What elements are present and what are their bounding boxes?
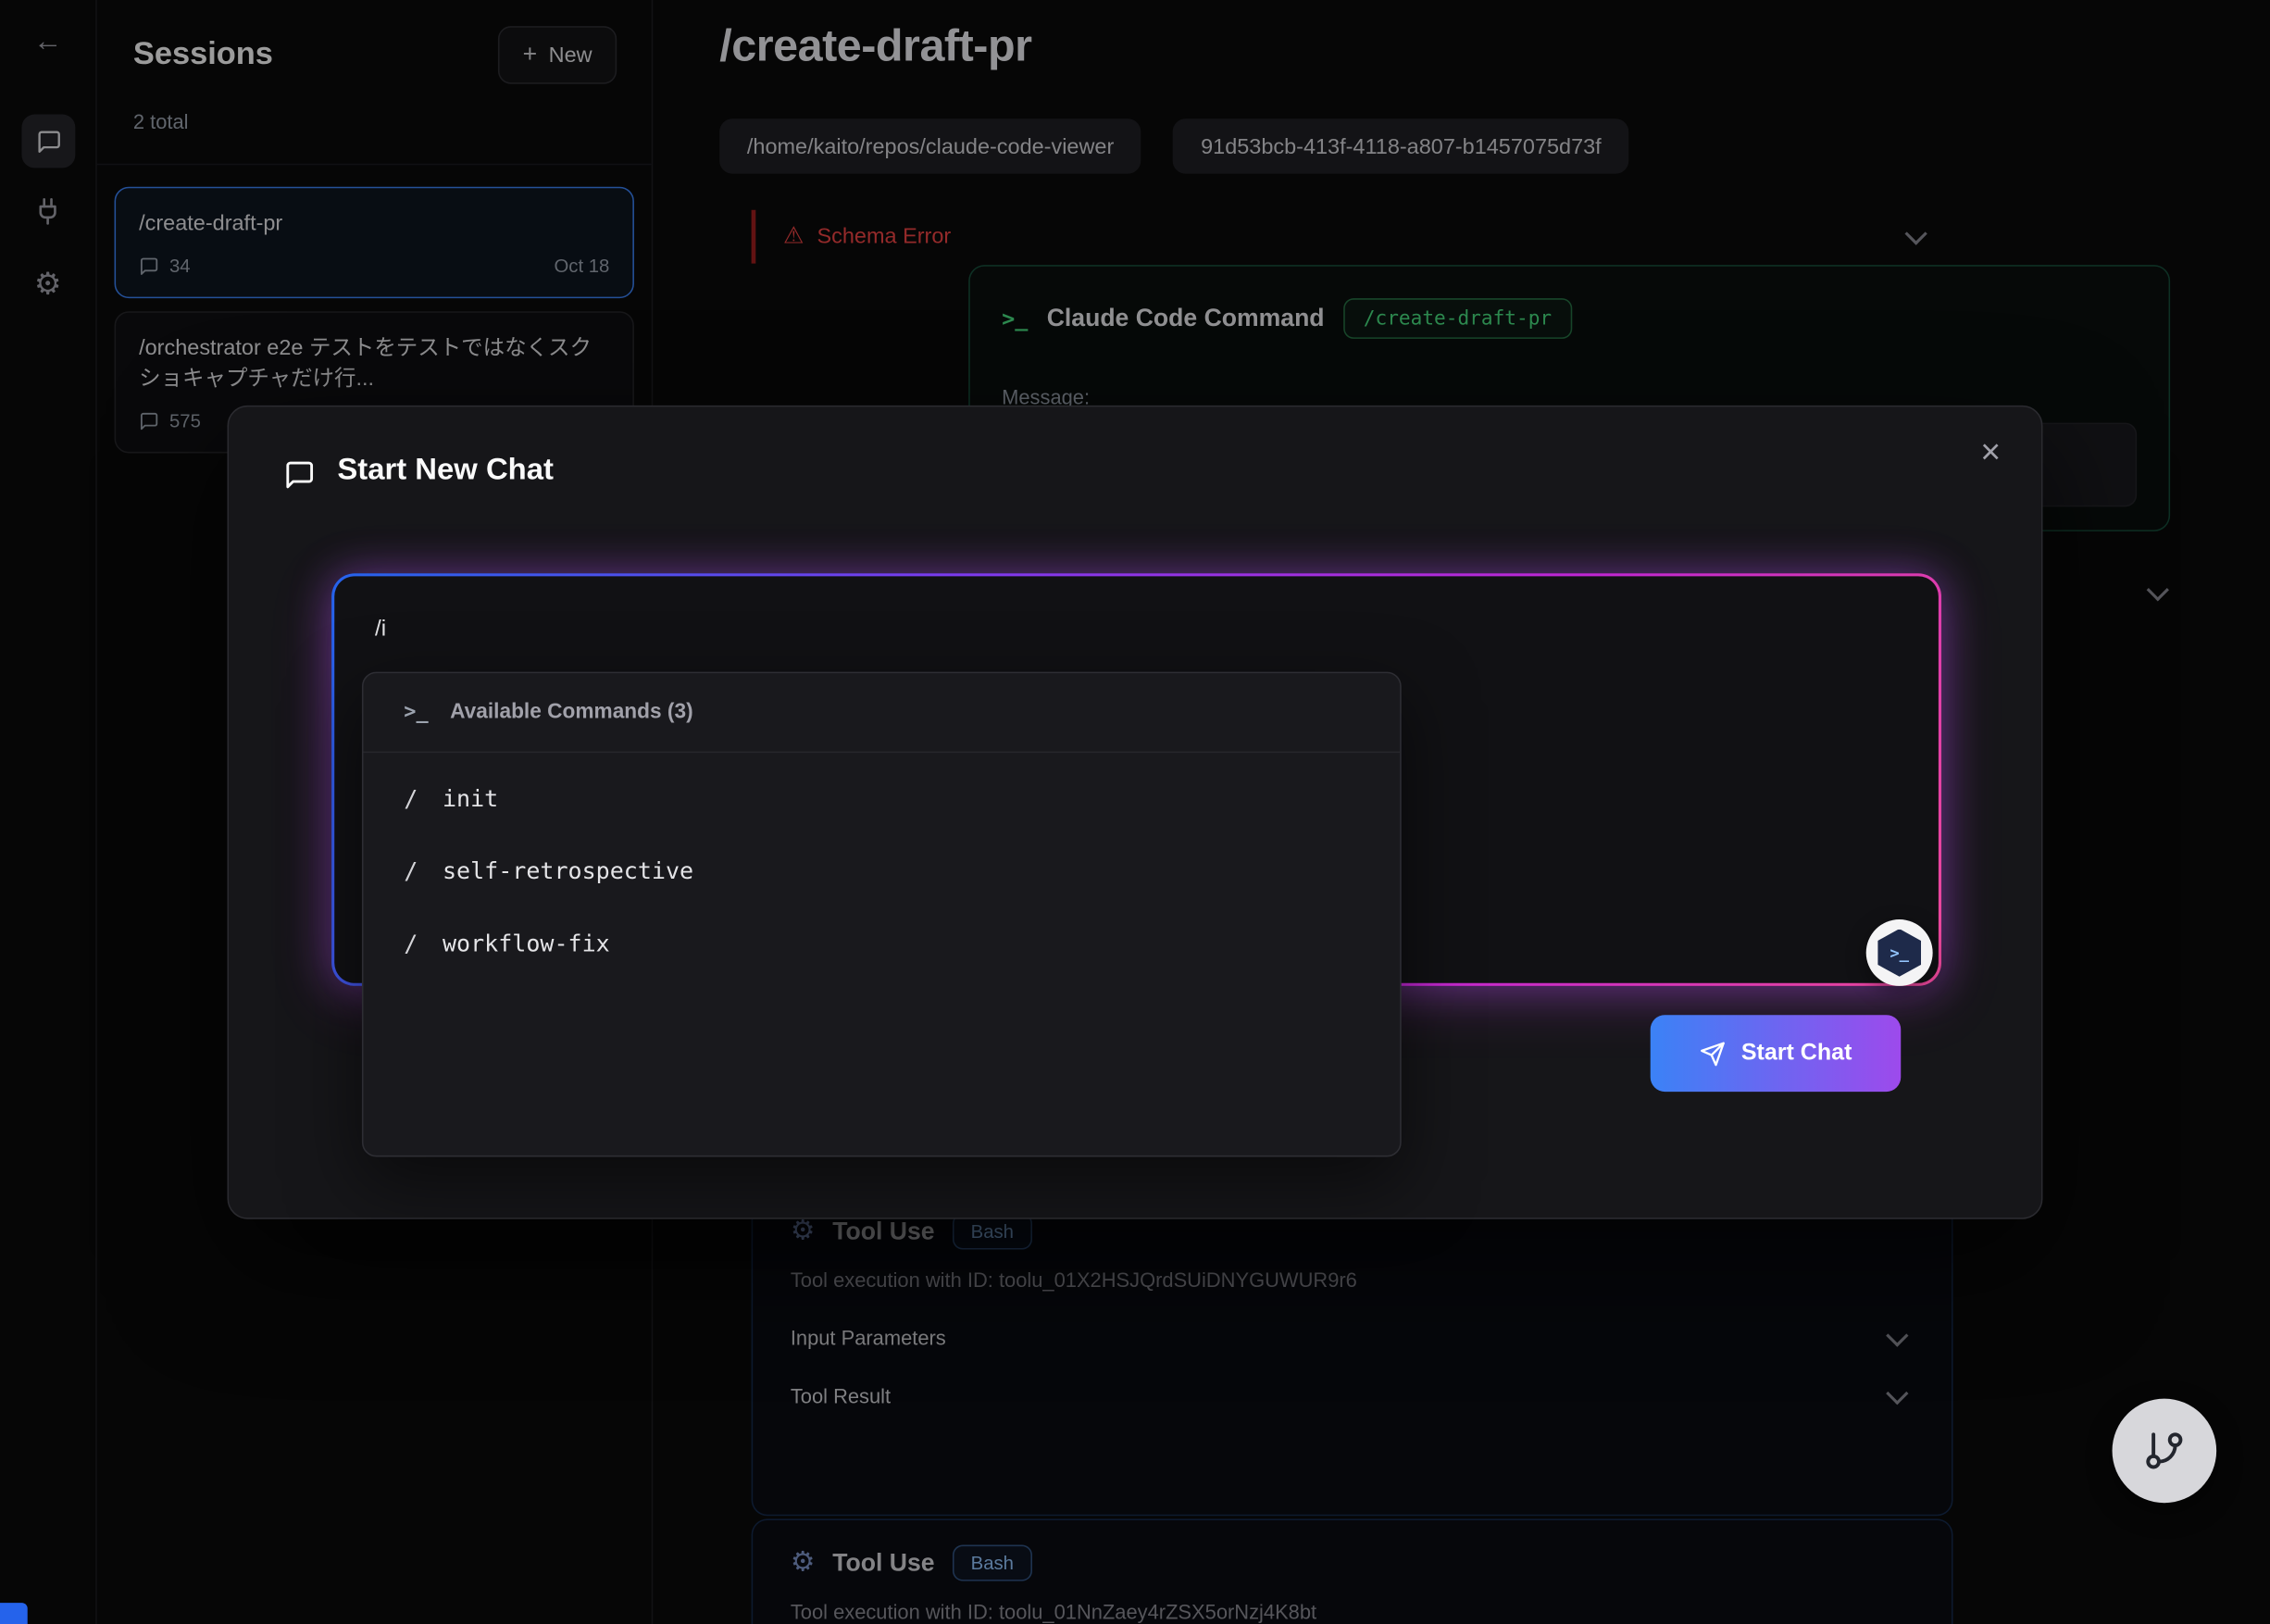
chat-input-value: /i: [375, 617, 386, 643]
commands-header-label: Available Commands (3): [450, 701, 693, 724]
command-option-init[interactable]: / init: [364, 762, 1401, 834]
message-square-icon: [284, 459, 316, 491]
close-button[interactable]: ×: [1975, 430, 2006, 476]
start-chat-button[interactable]: Start Chat: [1651, 1015, 1902, 1092]
viewport: ← ⚙ Sessions + New 2 total /cre: [0, 0, 2270, 1624]
command-name: self-retrospective: [443, 856, 693, 884]
slash-prefix: /: [404, 929, 418, 956]
slash-prefix: /: [404, 784, 418, 812]
hexagon-logo-icon: >_: [1877, 929, 1921, 977]
command-name: init: [443, 784, 498, 812]
app-root: ← ⚙ Sessions + New 2 total /cre: [0, 0, 2270, 1624]
command-option-self-retrospective[interactable]: / self-retrospective: [364, 834, 1401, 906]
command-suggestions-popover: >_ Available Commands (3) / init / self-…: [362, 672, 1402, 1157]
send-icon: [1700, 1041, 1726, 1067]
devtools-badge[interactable]: [0, 1603, 28, 1624]
workflow-fab[interactable]: [2113, 1399, 2217, 1504]
commands-header: >_ Available Commands (3): [364, 673, 1401, 753]
command-option-workflow-fix[interactable]: / workflow-fix: [364, 906, 1401, 979]
slash-prefix: /: [404, 856, 418, 884]
close-icon: ×: [1980, 433, 2001, 472]
terminal-prompt-icon: >_: [404, 701, 428, 724]
modal-title: Start New Chat: [337, 453, 554, 488]
command-name: workflow-fix: [443, 929, 610, 956]
command-list: / init / self-retrospective / workflow-f…: [364, 753, 1401, 979]
start-new-chat-modal: Start New Chat × /i >_ Available Command…: [228, 406, 2043, 1219]
git-branch-icon: [2142, 1429, 2186, 1472]
start-chat-label: Start Chat: [1741, 1041, 1852, 1067]
app-logo-button[interactable]: >_: [1866, 919, 1933, 986]
